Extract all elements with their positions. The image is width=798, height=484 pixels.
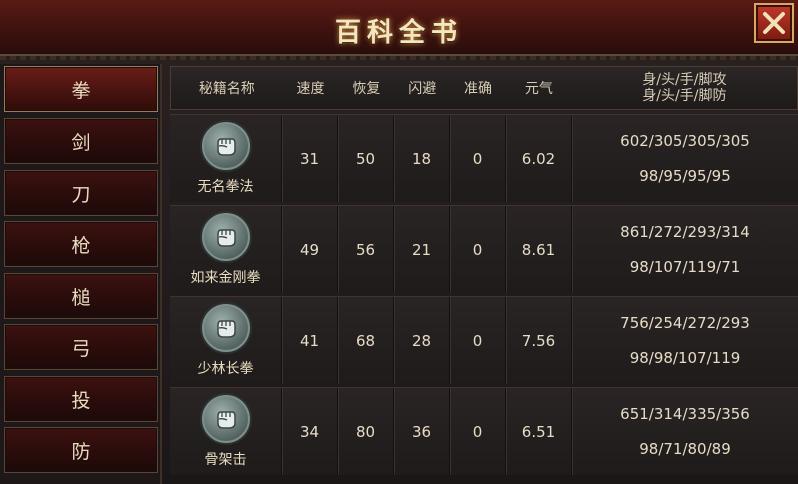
sidebar-item-bow[interactable]: 弓 xyxy=(4,324,158,370)
header-attack-defense: 身/头/手/脚攻 身/头/手/脚防 xyxy=(572,72,797,104)
skill-name: 少林长拳 xyxy=(197,360,254,377)
accuracy-value: 0 xyxy=(450,115,506,202)
table-header: 秘籍名称 速度 恢复 闪避 准确 元气 身/头/手/脚攻 身/头/手/脚防 xyxy=(170,66,798,110)
recover-value: 80 xyxy=(338,388,394,475)
skill-name: 如来金刚拳 xyxy=(190,269,261,286)
accuracy-value: 0 xyxy=(450,297,506,384)
encyclopedia-window: 百科全书 拳 剑 刀 枪 槌 弓 投 防 秘籍名称 速度 恢复 闪避 准确 元气… xyxy=(0,0,798,484)
window-title: 百科全书 xyxy=(334,18,463,48)
attack-value: 602/305/305/305 xyxy=(620,131,750,150)
table-row[interactable]: 如来金刚拳 49 56 21 0 8.61 861/272/293/314 98… xyxy=(170,205,798,293)
speed-value: 34 xyxy=(282,388,338,475)
table-row[interactable]: 骨架击 34 80 36 0 6.51 651/314/335/356 98/7… xyxy=(170,387,798,475)
fist-icon xyxy=(201,212,250,261)
table-row[interactable]: 无名拳法 31 50 18 0 6.02 602/305/305/305 98/… xyxy=(170,114,798,202)
close-button[interactable] xyxy=(754,3,794,43)
header-attack: 身/头/手/脚攻 xyxy=(642,72,727,88)
title-bar: 百科全书 xyxy=(0,0,798,60)
yuanqi-value: 6.51 xyxy=(506,388,572,475)
speed-value: 49 xyxy=(282,206,338,293)
sidebar-item-spear[interactable]: 枪 xyxy=(4,221,158,267)
skill-table: 秘籍名称 速度 恢复 闪避 准确 元气 身/头/手/脚攻 身/头/手/脚防 无名… xyxy=(170,66,798,484)
recover-value: 56 xyxy=(338,206,394,293)
defense-value: 98/98/107/119 xyxy=(629,349,741,368)
sidebar-item-hammer[interactable]: 槌 xyxy=(4,273,158,319)
defense-value: 98/95/95/95 xyxy=(639,167,731,186)
sidebar-item-defense[interactable]: 防 xyxy=(4,427,158,473)
dodge-value: 18 xyxy=(394,115,450,202)
table-row[interactable]: 少林长拳 41 68 28 0 7.56 756/254/272/293 98/… xyxy=(170,296,798,384)
skill-name: 骨架击 xyxy=(204,451,247,468)
attack-value: 756/254/272/293 xyxy=(620,313,750,332)
yuanqi-value: 7.56 xyxy=(506,297,572,384)
sidebar-item-sword[interactable]: 剑 xyxy=(4,118,158,164)
recover-value: 68 xyxy=(338,297,394,384)
accuracy-value: 0 xyxy=(450,388,506,475)
header-speed: 速度 xyxy=(296,81,325,97)
close-icon xyxy=(763,12,785,34)
yuanqi-value: 6.02 xyxy=(506,115,572,202)
defense-value: 98/107/119/71 xyxy=(629,258,741,277)
dodge-value: 21 xyxy=(394,206,450,293)
accuracy-value: 0 xyxy=(450,206,506,293)
speed-value: 41 xyxy=(282,297,338,384)
header-dodge: 闪避 xyxy=(408,81,437,97)
dodge-value: 28 xyxy=(394,297,450,384)
header-defense: 身/头/手/脚防 xyxy=(642,88,727,104)
sidebar-item-throw[interactable]: 投 xyxy=(4,376,158,422)
yuanqi-value: 8.61 xyxy=(506,206,572,293)
header-yuanqi: 元气 xyxy=(524,81,553,97)
sidebar-item-fist[interactable]: 拳 xyxy=(4,66,158,112)
dodge-value: 36 xyxy=(394,388,450,475)
recover-value: 50 xyxy=(338,115,394,202)
header-name: 秘籍名称 xyxy=(198,81,255,97)
header-accuracy: 准确 xyxy=(464,81,493,97)
sidebar-item-blade[interactable]: 刀 xyxy=(4,170,158,216)
fist-icon xyxy=(201,121,250,170)
attack-value: 651/314/335/356 xyxy=(620,404,750,423)
attack-value: 861/272/293/314 xyxy=(620,222,750,241)
category-sidebar: 拳 剑 刀 枪 槌 弓 投 防 xyxy=(0,64,162,484)
fist-icon xyxy=(201,303,250,352)
fist-icon xyxy=(201,394,250,443)
header-recover: 恢复 xyxy=(352,81,381,97)
skill-name: 无名拳法 xyxy=(197,178,254,195)
defense-value: 98/71/80/89 xyxy=(639,440,731,459)
speed-value: 31 xyxy=(282,115,338,202)
